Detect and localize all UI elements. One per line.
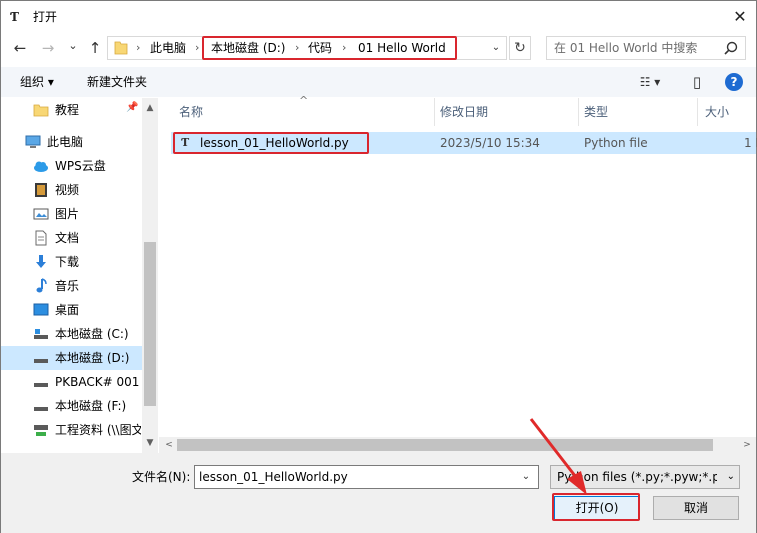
sidebar-item-pictures[interactable]: 图片 bbox=[1, 202, 142, 226]
scroll-left-arrow-icon[interactable]: < bbox=[161, 437, 177, 453]
file-highlight-box bbox=[173, 132, 369, 154]
sidebar-item-label: 工程资料 (\\图文 bbox=[55, 423, 141, 437]
column-header-modified[interactable]: 修改日期 bbox=[440, 98, 488, 126]
sidebar-scrollbar[interactable]: ▲ ▼ bbox=[142, 98, 158, 453]
sidebar-item-tutorial[interactable]: 教程 📌 bbox=[1, 98, 142, 122]
breadcrumb-this-pc[interactable]: 此电脑 bbox=[150, 40, 186, 56]
sidebar-item-label: 本地磁盘 (C:) bbox=[55, 327, 129, 341]
view-options-icon[interactable]: ☷ ▾ bbox=[633, 74, 667, 90]
sidebar-item-label: 桌面 bbox=[55, 303, 80, 317]
documents-icon bbox=[35, 230, 47, 246]
close-icon[interactable]: ✕ bbox=[728, 5, 752, 29]
forward-button[interactable]: → bbox=[39, 36, 57, 60]
file-type: Python file bbox=[584, 136, 648, 150]
sidebar-item-downloads[interactable]: 下载 bbox=[1, 250, 142, 274]
sidebar-item-label: 本地磁盘 (D:) bbox=[55, 351, 130, 365]
sidebar-item-label: 本地磁盘 (F:) bbox=[55, 399, 127, 413]
column-divider[interactable] bbox=[697, 98, 698, 126]
annotation-arrow-icon bbox=[529, 418, 587, 495]
sidebar-item-drive-c[interactable]: 本地磁盘 (C:) bbox=[1, 322, 142, 346]
sidebar-item-label: WPS云盘 bbox=[55, 159, 106, 173]
search-box[interactable]: 在 01 Hello World 中搜索 bbox=[546, 36, 746, 60]
organize-menu[interactable]: 组织 ▾ bbox=[20, 74, 54, 90]
computer-icon bbox=[25, 135, 41, 148]
column-header-size[interactable]: 大小 bbox=[705, 98, 729, 126]
sort-arrow-icon: ^ bbox=[299, 94, 309, 107]
drive-icon bbox=[34, 359, 48, 363]
sidebar-item-label: 此电脑 bbox=[47, 135, 84, 149]
address-highlight-box bbox=[202, 36, 457, 60]
file-type-chevron-icon: ⌄ bbox=[726, 471, 735, 482]
command-bar: 组织 ▾ 新建文件夹 ☷ ▾ ▯ bbox=[1, 67, 756, 97]
recent-locations-chevron-icon[interactable]: ⌄ bbox=[64, 34, 82, 58]
drive-icon bbox=[34, 329, 48, 339]
preview-pane-icon[interactable]: ▯ bbox=[685, 74, 709, 90]
network-drive-icon bbox=[34, 425, 48, 436]
sidebar-item-label: 文档 bbox=[55, 231, 80, 245]
column-header-name[interactable]: 名称 bbox=[179, 98, 203, 126]
filename-label: 文件名(N): bbox=[132, 470, 191, 484]
drive-icon bbox=[34, 383, 48, 387]
sidebar-item-documents[interactable]: 文档 bbox=[1, 226, 142, 250]
horizontal-scrollbar[interactable]: < > bbox=[159, 437, 756, 453]
file-modified: 2023/5/10 15:34 bbox=[440, 136, 540, 150]
sidebar-item-network-drive[interactable]: 工程资料 (\\图文 bbox=[1, 418, 142, 442]
dialog-title: 打开 bbox=[33, 10, 58, 24]
address-dropdown-chevron-icon[interactable]: ⌄ bbox=[485, 36, 507, 60]
folder-icon bbox=[114, 41, 128, 55]
sidebar-item-label: 音乐 bbox=[55, 279, 80, 293]
horizontal-scroll-thumb[interactable] bbox=[177, 439, 713, 451]
search-placeholder[interactable]: 在 01 Hello World 中搜索 bbox=[554, 40, 697, 56]
sidebar-item-this-pc[interactable]: 此电脑 bbox=[1, 130, 142, 154]
python-app-icon: Ƭ bbox=[10, 10, 19, 24]
scroll-right-arrow-icon[interactable]: > bbox=[739, 437, 755, 453]
help-icon[interactable]: ? bbox=[725, 73, 743, 91]
sidebar-item-label: 下载 bbox=[55, 255, 80, 269]
sidebar-scroll-thumb[interactable] bbox=[144, 242, 156, 406]
column-header-type[interactable]: 类型 bbox=[584, 98, 608, 126]
new-folder-button[interactable]: 新建文件夹 bbox=[87, 74, 147, 90]
breadcrumb-separator: › bbox=[195, 41, 200, 54]
sidebar-item-drive-f[interactable]: 本地磁盘 (F:) bbox=[1, 394, 142, 418]
sidebar-item-music[interactable]: 音乐 bbox=[1, 274, 142, 298]
sidebar-item-videos[interactable]: 视频 bbox=[1, 178, 142, 202]
cancel-button[interactable]: 取消 bbox=[653, 496, 739, 520]
pin-icon: 📌 bbox=[126, 102, 139, 113]
sidebar-item-wps-cloud[interactable]: WPS云盘 bbox=[1, 154, 142, 178]
download-icon bbox=[36, 255, 46, 268]
breadcrumb-separator: › bbox=[136, 41, 141, 54]
scroll-up-arrow-icon[interactable]: ▲ bbox=[142, 100, 158, 116]
refresh-icon[interactable]: ↻ bbox=[509, 36, 531, 60]
navigation-pane: 教程 📌 此电脑 WPS云盘 视频 图片 文档 下载 音乐 桌面 本地磁盘 (C… bbox=[1, 98, 158, 453]
desktop-icon bbox=[33, 303, 49, 316]
sidebar-item-label: PKBACK# 001 ( bbox=[55, 375, 141, 389]
folder-icon bbox=[33, 104, 49, 117]
up-button[interactable]: ↑ bbox=[86, 36, 104, 60]
cloud-icon bbox=[34, 161, 48, 172]
music-icon bbox=[36, 278, 47, 293]
filename-input[interactable] bbox=[199, 469, 514, 485]
column-divider[interactable] bbox=[434, 98, 435, 126]
video-icon bbox=[35, 183, 47, 197]
sidebar-item-desktop[interactable]: 桌面 bbox=[1, 298, 142, 322]
scroll-down-arrow-icon[interactable]: ▼ bbox=[142, 435, 158, 451]
back-button[interactable]: ← bbox=[11, 36, 29, 60]
drive-icon bbox=[34, 407, 48, 411]
sidebar-item-label: 视频 bbox=[55, 183, 80, 197]
sidebar-item-label: 图片 bbox=[55, 207, 80, 221]
open-file-dialog: Ƭ 打开 ✕ ← → ⌄ ↑ › 此电脑 › 本地磁盘 (D:) › 代码 › … bbox=[0, 0, 757, 533]
search-icon[interactable] bbox=[723, 40, 739, 56]
filename-field[interactable]: ⌄ bbox=[194, 465, 539, 489]
sidebar-item-pkback[interactable]: PKBACK# 001 ( bbox=[1, 370, 142, 394]
column-divider[interactable] bbox=[578, 98, 579, 126]
title-bar: Ƭ 打开 ✕ bbox=[1, 1, 756, 33]
sidebar-item-drive-d[interactable]: 本地磁盘 (D:) bbox=[1, 346, 142, 370]
file-size: 1 K bbox=[744, 136, 757, 150]
pictures-icon bbox=[33, 208, 49, 220]
